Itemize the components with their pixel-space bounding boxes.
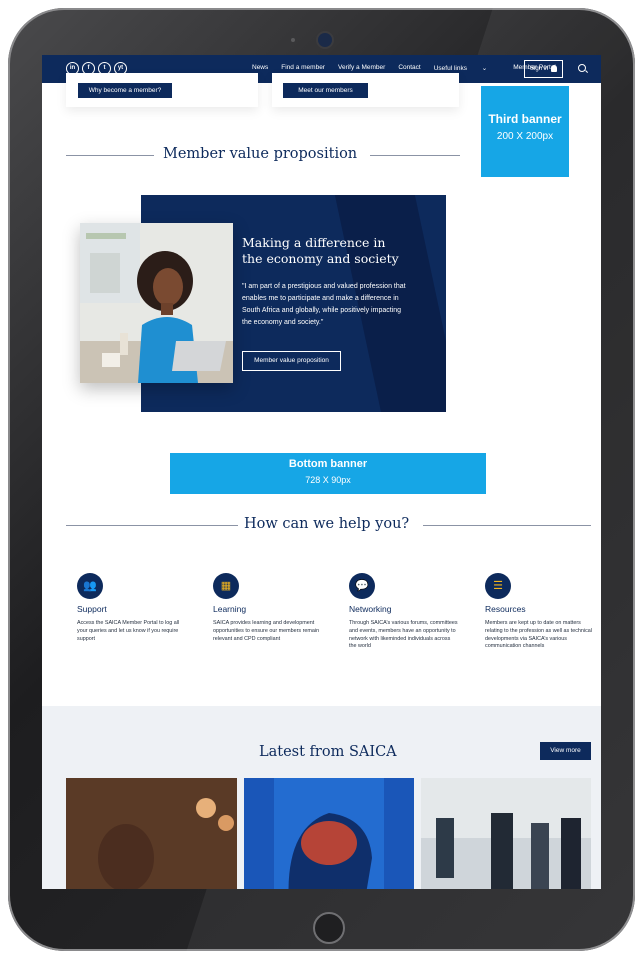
search-icon[interactable] [578, 64, 586, 72]
screen: in f t yt News Find a member Verify a Me… [42, 55, 601, 889]
networking-icon: 💬 [349, 573, 375, 599]
chevron-down-icon: ⌄ [481, 65, 488, 72]
third-banner-size: 200 X 200px [496, 131, 554, 142]
nav-useful-links[interactable]: Useful links ⌄ [434, 64, 501, 72]
meeting-image [421, 778, 591, 889]
help-item-title: Resources [485, 604, 526, 614]
mvp-heading-line2: the economy and society [242, 251, 399, 266]
help-item-title: Support [77, 604, 107, 614]
bottom-banner-size: 728 X 90px [305, 475, 351, 485]
why-become-member-button[interactable]: Why become a member? [78, 83, 172, 98]
third-banner[interactable]: Third banner 200 X 200px [481, 86, 569, 177]
help-item-title: Networking [349, 604, 392, 614]
membership-card: Why become a member? [66, 73, 258, 107]
man-portrait-image [66, 778, 237, 889]
third-banner-title: Third banner [488, 112, 562, 126]
sign-in-button[interactable]: Sign in [524, 60, 563, 78]
news-card-1[interactable] [66, 778, 237, 889]
help-divider-left [66, 525, 238, 526]
user-icon [551, 65, 557, 72]
help-item-resources[interactable]: ☰ Resources Members are kept up to date … [485, 573, 595, 651]
digital-head-image [244, 778, 414, 889]
nav-verify-member[interactable]: Verify a Member [338, 64, 385, 72]
help-item-learning[interactable]: ▦ Learning SAICA provides learning and d… [213, 573, 323, 643]
mvp-section-title: Member value proposition [163, 146, 358, 162]
news-card-3[interactable] [421, 778, 591, 889]
news-card-2[interactable] [244, 778, 414, 889]
nav-find-member[interactable]: Find a member [281, 64, 325, 72]
help-item-text: Access the SAICA Member Portal to log al… [77, 620, 180, 642]
resources-icon: ☰ [485, 573, 511, 599]
mvp-heading: Making a difference in the economy and s… [242, 235, 422, 267]
mvp-button[interactable]: Member value proposition [242, 351, 341, 371]
latest-title: Latest from SAICA [259, 744, 397, 760]
divider-left [66, 155, 154, 156]
nav-news[interactable]: News [252, 64, 268, 72]
divider-right [370, 155, 460, 156]
bottom-banner[interactable]: Bottom banner 728 X 90px [170, 453, 486, 494]
nav-contact[interactable]: Contact [398, 64, 420, 72]
tablet-camera [318, 33, 332, 47]
help-item-text: SAICA provides learning and development … [213, 620, 320, 642]
learning-icon: ▦ [213, 573, 239, 599]
help-title: How can we help you? [244, 516, 410, 532]
members-card: Meet our members [272, 73, 459, 107]
nav-links: News Find a member Verify a Member Conta… [252, 64, 569, 72]
mvp-heading-line1: Making a difference in [242, 235, 386, 250]
help-divider-right [423, 525, 591, 526]
view-more-button[interactable]: View more [540, 742, 591, 760]
support-icon: 👥 [77, 573, 103, 599]
help-item-networking[interactable]: 💬 Networking Through SAICA’s various for… [349, 573, 459, 651]
help-item-text: Through SAICA’s various forums, committe… [349, 620, 458, 650]
tablet-sensor [291, 38, 295, 42]
home-button[interactable] [313, 912, 345, 944]
mvp-photo [80, 223, 233, 383]
sign-in-label: Sign in [530, 66, 549, 72]
woman-at-laptop-image [80, 223, 233, 383]
help-item-support[interactable]: 👥 Support Access the SAICA Member Portal… [77, 573, 187, 643]
meet-members-button[interactable]: Meet our members [283, 83, 368, 98]
help-item-title: Learning [213, 604, 247, 614]
mvp-quote: "I am part of a prestigious and valued p… [242, 283, 406, 326]
help-item-text: Members are kept up to date on matters r… [485, 620, 592, 650]
latest-section: Latest from SAICA View more [42, 706, 601, 889]
nav-useful-links-label: Useful links [433, 65, 467, 72]
bottom-banner-title: Bottom banner [288, 458, 368, 470]
